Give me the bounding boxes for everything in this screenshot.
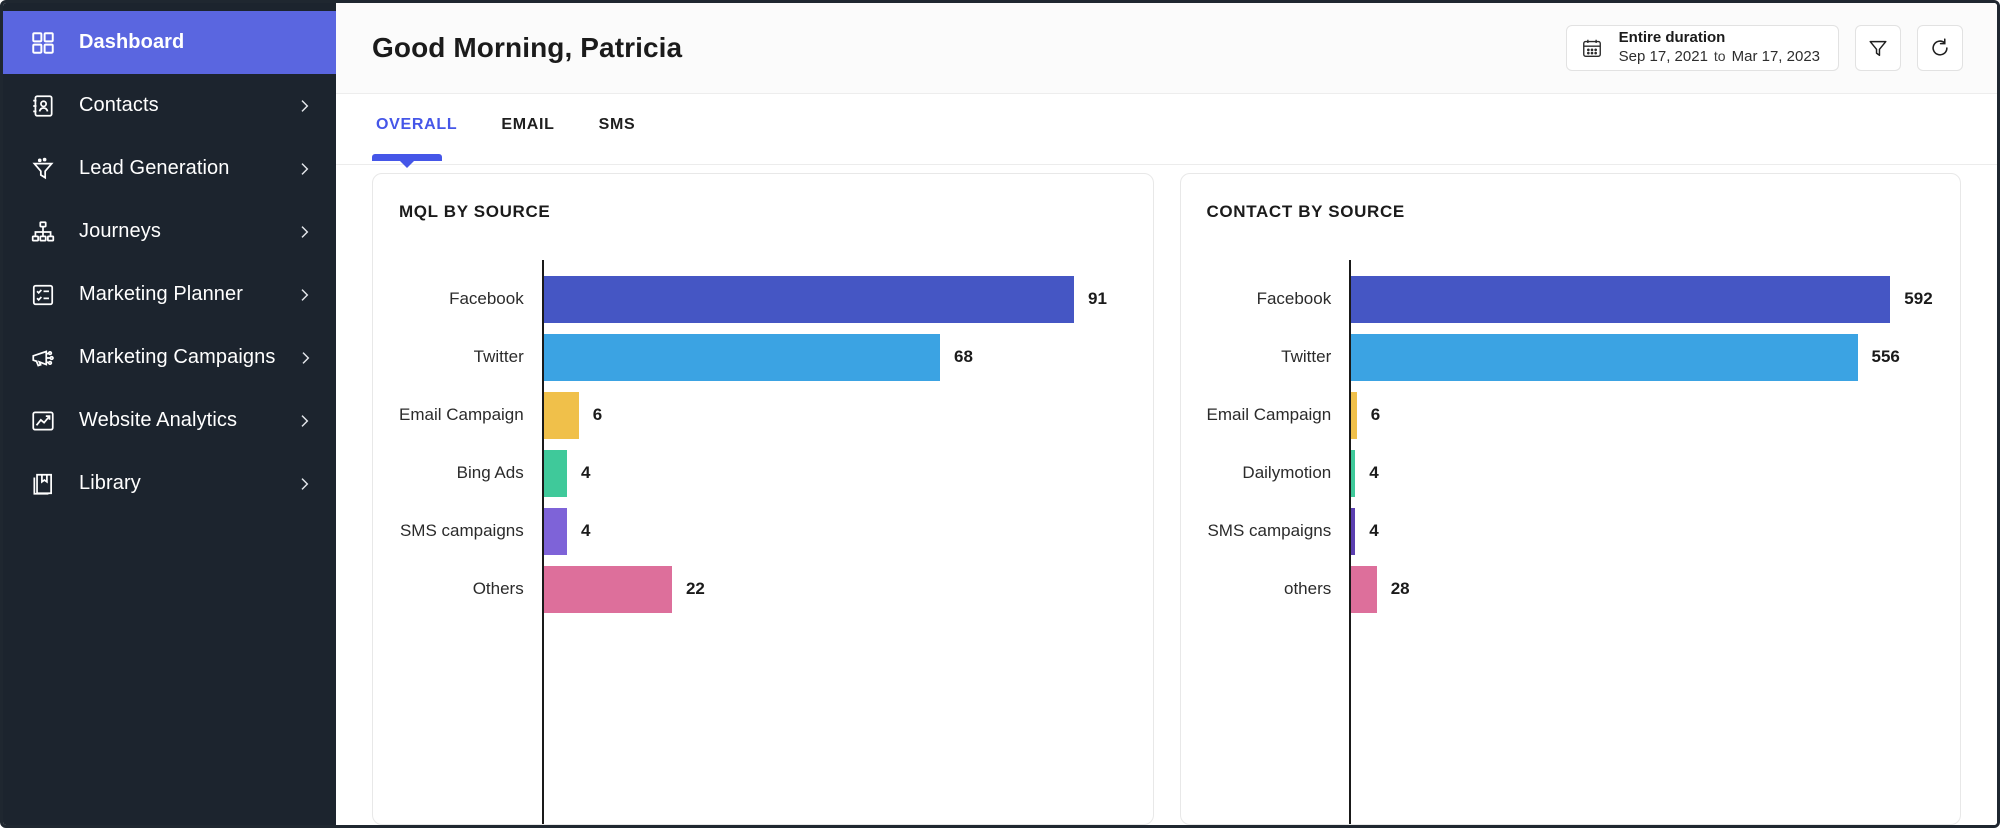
tab-email[interactable]: EMAIL	[497, 116, 558, 140]
bar[interactable]	[1351, 566, 1376, 613]
category-axis: Facebook Twitter Email Campaign Dailymot…	[1207, 260, 1350, 824]
category-label: Twitter	[1207, 347, 1350, 367]
bar[interactable]	[544, 508, 567, 555]
category-label: Facebook	[399, 289, 542, 309]
category-label: Bing Ads	[399, 463, 542, 483]
funnel-icon	[29, 155, 57, 183]
category-label: Twitter	[399, 347, 542, 367]
sitemap-icon	[29, 218, 57, 246]
chevron-right-icon	[296, 287, 312, 303]
chevron-right-icon	[296, 476, 312, 492]
sidebar: Dashboard Contacts	[3, 3, 336, 825]
date-range-separator: to	[1708, 48, 1732, 64]
chevron-right-icon	[296, 161, 312, 177]
sidebar-item-library[interactable]: Library	[3, 452, 336, 515]
tab-sms[interactable]: SMS	[595, 116, 640, 140]
sidebar-item-marketing-planner[interactable]: Marketing Planner	[3, 263, 336, 326]
tab-underline-area	[336, 154, 1997, 165]
date-range-end: Mar 17, 2023	[1732, 48, 1820, 65]
category-label: Email Campaign	[399, 405, 542, 425]
sidebar-item-label: Journeys	[79, 220, 274, 243]
tab-overall[interactable]: OVERALL	[372, 116, 461, 140]
sidebar-item-contacts[interactable]: Contacts	[3, 74, 336, 137]
bar-value-label: 4	[567, 463, 590, 483]
active-tab-indicator	[372, 154, 442, 161]
chevron-right-icon	[296, 98, 312, 114]
bar[interactable]	[1351, 276, 1890, 323]
sidebar-item-label: Marketing Planner	[79, 283, 274, 306]
plot-area: 592 556 6 4 4 28	[1349, 260, 1934, 824]
date-range-title: Entire duration	[1619, 29, 1820, 48]
card-mql-by-source: MQL BY SOURCE Facebook Twitter Email Cam…	[372, 173, 1154, 825]
filter-icon	[1867, 37, 1889, 59]
sidebar-item-label: Contacts	[79, 94, 274, 117]
bar-value-label: 22	[672, 579, 705, 599]
megaphone-icon	[29, 344, 57, 372]
chart-contact-by-source: Facebook Twitter Email Campaign Dailymot…	[1207, 232, 1935, 824]
filter-button[interactable]	[1855, 25, 1901, 71]
sidebar-item-label: Marketing Campaigns	[79, 346, 275, 369]
sidebar-item-label: Website Analytics	[79, 409, 274, 432]
card-title: CONTACT BY SOURCE	[1207, 202, 1935, 222]
top-header: Good Morning, Patricia Entire duration S…	[336, 3, 1997, 94]
sidebar-item-label: Lead Generation	[79, 157, 274, 180]
card-title: MQL BY SOURCE	[399, 202, 1127, 222]
bar-value-label: 4	[1355, 521, 1378, 541]
bar-value-label: 592	[1890, 289, 1932, 309]
bar[interactable]	[544, 392, 579, 439]
dashboard-content: MQL BY SOURCE Facebook Twitter Email Cam…	[336, 165, 1997, 825]
plot-area: 91 68 6 4 4 22	[542, 260, 1127, 824]
sidebar-item-marketing-campaigns[interactable]: Marketing Campaigns	[3, 326, 336, 389]
bar-value-label: 4	[567, 521, 590, 541]
category-label: Others	[399, 579, 542, 599]
chevron-right-icon	[297, 350, 313, 366]
category-label: Email Campaign	[1207, 405, 1350, 425]
chevron-right-icon	[296, 224, 312, 240]
sidebar-item-website-analytics[interactable]: Website Analytics	[3, 389, 336, 452]
checklist-icon	[29, 281, 57, 309]
main-area: Good Morning, Patricia Entire duration S…	[336, 3, 1997, 825]
category-axis: Facebook Twitter Email Campaign Bing Ads…	[399, 260, 542, 824]
bar-value-label: 91	[1074, 289, 1107, 309]
bar-value-label: 6	[579, 405, 602, 425]
tab-bar: OVERALL EMAIL SMS	[336, 94, 1997, 154]
app-window: Dashboard Contacts	[0, 0, 2000, 828]
contacts-icon	[29, 92, 57, 120]
date-range-values: Sep 17, 2021toMar 17, 2023	[1619, 48, 1820, 67]
chevron-right-icon	[296, 413, 312, 429]
book-icon	[29, 470, 57, 498]
date-range-picker[interactable]: Entire duration Sep 17, 2021toMar 17, 20…	[1566, 25, 1839, 71]
sidebar-item-label: Dashboard	[79, 31, 312, 54]
refresh-icon	[1929, 37, 1951, 59]
bar-value-label: 6	[1357, 405, 1380, 425]
date-range-start: Sep 17, 2021	[1619, 48, 1708, 65]
bar-value-label: 4	[1355, 463, 1378, 483]
refresh-button[interactable]	[1917, 25, 1963, 71]
page-title: Good Morning, Patricia	[372, 32, 1550, 64]
bar-value-label: 68	[940, 347, 973, 367]
bar-value-label: 28	[1377, 579, 1410, 599]
card-contact-by-source: CONTACT BY SOURCE Facebook Twitter Email…	[1180, 173, 1962, 825]
bar[interactable]	[544, 450, 567, 497]
grid-icon	[29, 29, 57, 57]
sidebar-item-journeys[interactable]: Journeys	[3, 200, 336, 263]
category-label: others	[1207, 579, 1350, 599]
sidebar-item-lead-generation[interactable]: Lead Generation	[3, 137, 336, 200]
calendar-icon	[1581, 37, 1603, 59]
bar[interactable]	[1351, 334, 1857, 381]
bar[interactable]	[544, 276, 1074, 323]
sidebar-item-label: Library	[79, 472, 274, 495]
chart-mql-by-source: Facebook Twitter Email Campaign Bing Ads…	[399, 232, 1127, 824]
bar[interactable]	[544, 334, 940, 381]
category-label: Dailymotion	[1207, 463, 1350, 483]
bar-value-label: 556	[1858, 347, 1900, 367]
category-label: SMS campaigns	[1207, 521, 1350, 541]
category-label: Facebook	[1207, 289, 1350, 309]
sidebar-item-dashboard[interactable]: Dashboard	[3, 11, 336, 74]
category-label: SMS campaigns	[399, 521, 542, 541]
bar[interactable]	[544, 566, 672, 613]
chart-image-icon	[29, 407, 57, 435]
